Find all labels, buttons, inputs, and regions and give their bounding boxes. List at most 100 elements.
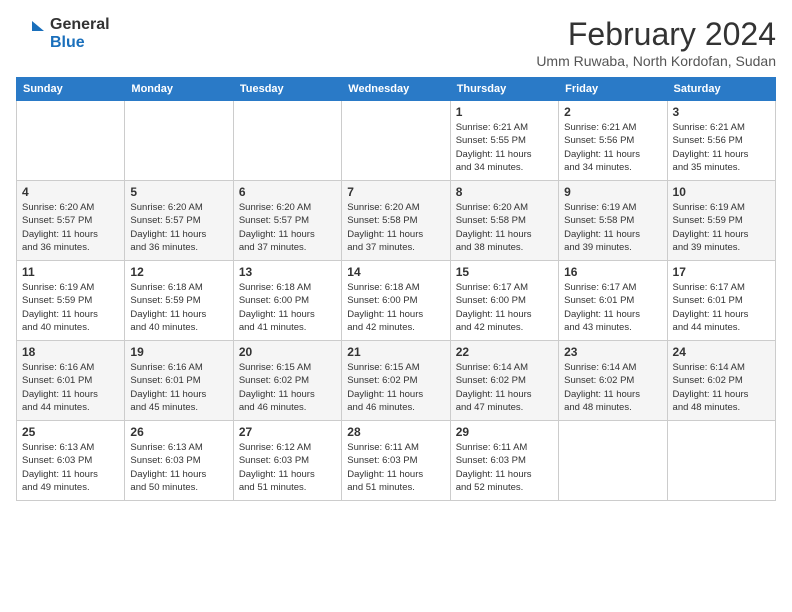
weekday-header-friday: Friday [559, 78, 667, 101]
cell-day-number: 1 [456, 105, 553, 119]
cell-info-text: Sunrise: 6:14 AM Sunset: 6:02 PM Dayligh… [673, 361, 770, 414]
location-title: Umm Ruwaba, North Kordofan, Sudan [536, 53, 776, 69]
calendar-table: SundayMondayTuesdayWednesdayThursdayFrid… [16, 77, 776, 501]
calendar-cell: 18Sunrise: 6:16 AM Sunset: 6:01 PM Dayli… [17, 341, 125, 421]
cell-info-text: Sunrise: 6:18 AM Sunset: 5:59 PM Dayligh… [130, 281, 227, 334]
cell-info-text: Sunrise: 6:12 AM Sunset: 6:03 PM Dayligh… [239, 441, 336, 494]
calendar-cell: 4Sunrise: 6:20 AM Sunset: 5:57 PM Daylig… [17, 181, 125, 261]
weekday-header-row: SundayMondayTuesdayWednesdayThursdayFrid… [17, 78, 776, 101]
cell-day-number: 7 [347, 185, 444, 199]
calendar-cell: 20 Sunrise: 6:15 AM Sunset: 6:02 PM Dayli… [233, 341, 341, 421]
cell-day-number: 28 [347, 425, 444, 439]
cell-info-text: Sunrise: 6:17 AM Sunset: 6:01 PM Dayligh… [673, 281, 770, 334]
cell-day-number: 15 [456, 265, 553, 279]
cell-day-number: 18 [22, 345, 119, 359]
logo-blue-text: Blue [50, 34, 110, 52]
calendar-cell: 23Sunrise: 6:14 AM Sunset: 6:02 PM Dayli… [559, 341, 667, 421]
cell-info-text: Sunrise: 6:19 AM Sunset: 5:58 PM Dayligh… [564, 201, 661, 254]
logo-row: GeneralBlue [16, 16, 110, 52]
calendar-cell: 27 Sunrise: 6:12 AM Sunset: 6:03 PM Dayli… [233, 421, 341, 501]
calendar-cell: 15 Sunrise: 6:17 AM Sunset: 6:00 PM Dayli… [450, 261, 558, 341]
calendar-week-row: 18 Sunrise: 6:16 AM Sunset: 6:01 PM Dayli… [17, 341, 776, 421]
cell-day-number: 11 [22, 265, 119, 279]
month-title: February 2024 [536, 16, 776, 53]
calendar-cell [233, 101, 341, 181]
cell-info-text: Sunrise: 6:18 AM Sunset: 6:00 PM Dayligh… [239, 281, 336, 334]
calendar-cell: 11 Sunrise: 6:19 AM Sunset: 5:59 PM Dayli… [17, 261, 125, 341]
cell-day-number: 27 [239, 425, 336, 439]
cell-info-text: Sunrise: 6:14 AM Sunset: 6:02 PM Dayligh… [456, 361, 553, 414]
calendar-cell [125, 101, 233, 181]
weekday-header-tuesday: Tuesday [233, 78, 341, 101]
cell-info-text: Sunrise: 6:19 AM Sunset: 5:59 PM Dayligh… [673, 201, 770, 254]
weekday-header-thursday: Thursday [450, 78, 558, 101]
cell-day-number: 5 [130, 185, 227, 199]
calendar-cell: 5Sunrise: 6:20 AM Sunset: 5:57 PM Daylig… [125, 181, 233, 261]
cell-info-text: Sunrise: 6:11 AM Sunset: 6:03 PM Dayligh… [456, 441, 553, 494]
cell-day-number: 21 [347, 345, 444, 359]
cell-info-text: Sunrise: 6:11 AM Sunset: 6:03 PM Dayligh… [347, 441, 444, 494]
weekday-header-wednesday: Wednesday [342, 78, 450, 101]
calendar-week-row: 4 Sunrise: 6:20 AM Sunset: 5:57 PM Daylig… [17, 181, 776, 261]
calendar-cell: 29 Sunrise: 6:11 AM Sunset: 6:03 PM Dayli… [450, 421, 558, 501]
cell-info-text: Sunrise: 6:21 AM Sunset: 5:56 PM Dayligh… [673, 121, 770, 174]
calendar-cell: 21 Sunrise: 6:15 AM Sunset: 6:02 PM Dayli… [342, 341, 450, 421]
cell-day-number: 24 [673, 345, 770, 359]
cell-day-number: 26 [130, 425, 227, 439]
cell-day-number: 29 [456, 425, 553, 439]
calendar-cell: 8 Sunrise: 6:20 AM Sunset: 5:58 PM Daylig… [450, 181, 558, 261]
header: GeneralBlue February 2024 Umm Ruwaba, No… [16, 16, 776, 69]
calendar-cell: 2 Sunrise: 6:21 AM Sunset: 5:56 PM Daylig… [559, 101, 667, 181]
cell-info-text: Sunrise: 6:18 AM Sunset: 6:00 PM Dayligh… [347, 281, 444, 334]
calendar-week-row: 11 Sunrise: 6:19 AM Sunset: 5:59 PM Dayli… [17, 261, 776, 341]
logo-general-text: General [50, 16, 110, 33]
logo-text-group: GeneralBlue [50, 16, 110, 52]
calendar-cell [667, 421, 775, 501]
cell-day-number: 6 [239, 185, 336, 199]
cell-day-number: 13 [239, 265, 336, 279]
cell-day-number: 17 [673, 265, 770, 279]
calendar-cell: 6 Sunrise: 6:20 AM Sunset: 5:57 PM Daylig… [233, 181, 341, 261]
cell-info-text: Sunrise: 6:15 AM Sunset: 6:02 PM Dayligh… [239, 361, 336, 414]
cell-info-text: Sunrise: 6:21 AM Sunset: 5:55 PM Dayligh… [456, 121, 553, 174]
calendar-cell: 14 Sunrise: 6:18 AM Sunset: 6:00 PM Dayli… [342, 261, 450, 341]
calendar-cell: 26 Sunrise: 6:13 AM Sunset: 6:03 PM Dayli… [125, 421, 233, 501]
cell-info-text: Sunrise: 6:16 AM Sunset: 6:01 PM Dayligh… [130, 361, 227, 414]
calendar-cell: 16Sunrise: 6:17 AM Sunset: 6:01 PM Dayli… [559, 261, 667, 341]
calendar-cell [559, 421, 667, 501]
cell-info-text: Sunrise: 6:17 AM Sunset: 6:00 PM Dayligh… [456, 281, 553, 334]
cell-info-text: Sunrise: 6:17 AM Sunset: 6:01 PM Dayligh… [564, 281, 661, 334]
logo: GeneralBlue [16, 16, 110, 52]
weekday-header-saturday: Saturday [667, 78, 775, 101]
calendar-cell: 13 Sunrise: 6:18 AM Sunset: 6:00 PM Dayli… [233, 261, 341, 341]
calendar-cell: 9Sunrise: 6:19 AM Sunset: 5:58 PM Daylig… [559, 181, 667, 261]
cell-day-number: 19 [130, 345, 227, 359]
cell-day-number: 2 [564, 105, 661, 119]
cell-day-number: 20 [239, 345, 336, 359]
calendar-cell: 17 Sunrise: 6:17 AM Sunset: 6:01 PM Dayli… [667, 261, 775, 341]
calendar-cell: 24 Sunrise: 6:14 AM Sunset: 6:02 PM Dayli… [667, 341, 775, 421]
cell-info-text: Sunrise: 6:20 AM Sunset: 5:58 PM Dayligh… [347, 201, 444, 254]
cell-day-number: 14 [347, 265, 444, 279]
title-area: February 2024 Umm Ruwaba, North Kordofan… [536, 16, 776, 69]
cell-day-number: 4 [22, 185, 119, 199]
cell-info-text: Sunrise: 6:14 AM Sunset: 6:02 PM Dayligh… [564, 361, 661, 414]
cell-info-text: Sunrise: 6:19 AM Sunset: 5:59 PM Dayligh… [22, 281, 119, 334]
calendar-cell: 10 Sunrise: 6:19 AM Sunset: 5:59 PM Dayli… [667, 181, 775, 261]
cell-info-text: Sunrise: 6:20 AM Sunset: 5:57 PM Dayligh… [239, 201, 336, 254]
cell-info-text: Sunrise: 6:15 AM Sunset: 6:02 PM Dayligh… [347, 361, 444, 414]
calendar-week-row: 25Sunrise: 6:13 AM Sunset: 6:03 PM Dayli… [17, 421, 776, 501]
calendar-cell: 22 Sunrise: 6:14 AM Sunset: 6:02 PM Dayli… [450, 341, 558, 421]
weekday-header-monday: Monday [125, 78, 233, 101]
calendar-cell: 3Sunrise: 6:21 AM Sunset: 5:56 PM Daylig… [667, 101, 775, 181]
cell-day-number: 8 [456, 185, 553, 199]
cell-day-number: 22 [456, 345, 553, 359]
cell-day-number: 10 [673, 185, 770, 199]
calendar-week-row: 1 Sunrise: 6:21 AM Sunset: 5:55 PM Daylig… [17, 101, 776, 181]
cell-info-text: Sunrise: 6:13 AM Sunset: 6:03 PM Dayligh… [22, 441, 119, 494]
calendar-cell [17, 101, 125, 181]
cell-info-text: Sunrise: 6:21 AM Sunset: 5:56 PM Dayligh… [564, 121, 661, 174]
cell-info-text: Sunrise: 6:20 AM Sunset: 5:58 PM Dayligh… [456, 201, 553, 254]
calendar-cell: 7 Sunrise: 6:20 AM Sunset: 5:58 PM Daylig… [342, 181, 450, 261]
cell-info-text: Sunrise: 6:13 AM Sunset: 6:03 PM Dayligh… [130, 441, 227, 494]
